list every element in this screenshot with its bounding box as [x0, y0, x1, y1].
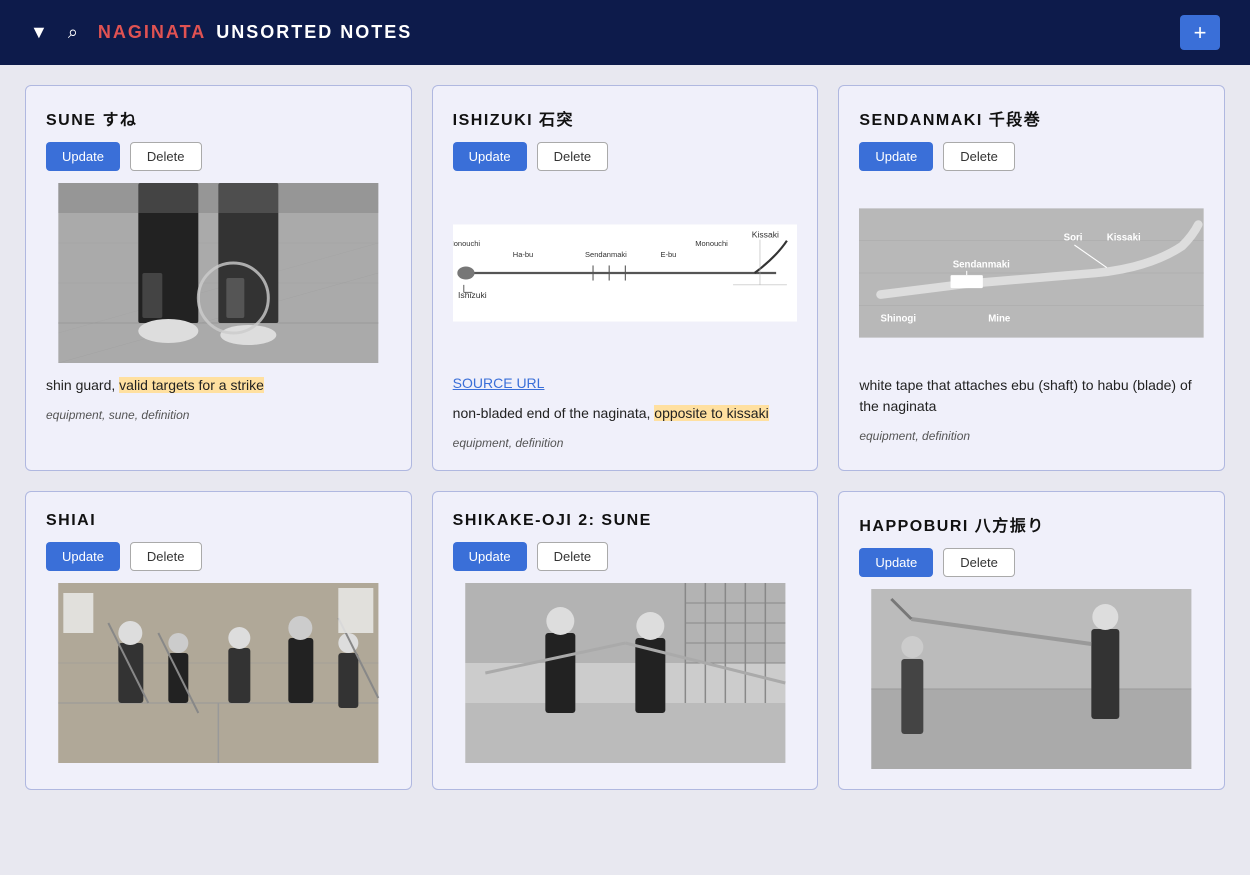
sune-delete-button[interactable]: Delete — [130, 142, 202, 171]
svg-text:Monouchi: Monouchi — [695, 239, 728, 248]
sune-update-button[interactable]: Update — [46, 142, 120, 171]
card-shikake-oji-2: SHIKAKE-OJI 2: SUNE Update Delete — [432, 491, 819, 790]
card-ishizuki: ISHIZUKI 石突 Update Delete — [432, 85, 819, 471]
ishizuki-update-button[interactable]: Update — [453, 142, 527, 171]
card-shiai: SHIAI Update Delete — [25, 491, 412, 790]
card-happoburi-title: HAPPOBURI 八方振り — [859, 512, 1204, 536]
shiai-image-wrapper — [46, 583, 391, 763]
svg-text:Sendanmaki: Sendanmaki — [953, 260, 1010, 271]
card-ishizuki-title: ISHIZUKI 石突 — [453, 106, 798, 130]
sendanmaki-delete-button[interactable]: Delete — [943, 142, 1015, 171]
card-shikake-buttons: Update Delete — [453, 542, 798, 571]
sendanmaki-update-button[interactable]: Update — [859, 142, 933, 171]
search-icon[interactable]: ⌕ — [68, 22, 78, 43]
svg-text:Mine: Mine — [989, 313, 1012, 324]
main-content: SUNE すね Update Delete — [0, 65, 1250, 810]
card-shikake-title: SHIKAKE-OJI 2: SUNE — [453, 512, 798, 530]
shiai-update-button[interactable]: Update — [46, 542, 120, 571]
shikake-update-button[interactable]: Update — [453, 542, 527, 571]
sendanmaki-image-wrapper: Sendanmaki Sori Shinogi Mine Kissaki — [859, 183, 1204, 363]
filter-icon[interactable]: ▼ — [30, 22, 48, 43]
card-shiai-buttons: Update Delete — [46, 542, 391, 571]
svg-text:Kissaki: Kissaki — [751, 229, 778, 239]
sendanmaki-description: white tape that attaches ebu (shaft) to … — [859, 375, 1204, 417]
card-happoburi: HAPPOBURI 八方振り Update Delete — [838, 491, 1225, 790]
card-sendanmaki-buttons: Update Delete — [859, 142, 1204, 171]
ishizuki-image-wrapper: Kissaki Monouchi Monouchi Ha-bu Sendanma… — [453, 183, 798, 363]
sune-tags: equipment, sune, definition — [46, 408, 391, 422]
card-sendanmaki: SENDANMAKI 千段巻 Update Delete — [838, 85, 1225, 471]
sune-image — [46, 183, 391, 363]
card-sune-buttons: Update Delete — [46, 142, 391, 171]
svg-text:Ishizuki: Ishizuki — [458, 290, 487, 300]
svg-text:Monouchi: Monouchi — [453, 239, 480, 248]
card-shiai-title: SHIAI — [46, 512, 391, 530]
brand-label: NAGINATA — [98, 22, 206, 43]
cards-grid: SUNE すね Update Delete — [25, 85, 1225, 790]
header-icons: ▼ ⌕ — [30, 22, 78, 43]
svg-text:Kissaki: Kissaki — [1107, 233, 1141, 244]
svg-text:Sori: Sori — [1064, 233, 1083, 244]
shiai-delete-button[interactable]: Delete — [130, 542, 202, 571]
happoburi-image — [859, 589, 1204, 769]
header: ▼ ⌕ NAGINATA UNSORTED NOTES + — [0, 0, 1250, 65]
ishizuki-source-url[interactable]: SOURCE URL — [453, 375, 798, 391]
header-title: NAGINATA UNSORTED NOTES — [98, 22, 412, 43]
shikake-image-wrapper — [453, 583, 798, 763]
svg-text:Sendanmaki: Sendanmaki — [585, 250, 627, 259]
card-sune: SUNE すね Update Delete — [25, 85, 412, 471]
card-sendanmaki-title: SENDANMAKI 千段巻 — [859, 106, 1204, 130]
happoburi-update-button[interactable]: Update — [859, 548, 933, 577]
card-ishizuki-buttons: Update Delete — [453, 142, 798, 171]
ishizuki-tags: equipment, definition — [453, 436, 798, 450]
subtitle-label: UNSORTED NOTES — [216, 22, 412, 43]
sune-description: shin guard, valid targets for a strike — [46, 375, 391, 396]
happoburi-image-wrapper — [859, 589, 1204, 769]
shikake-image — [453, 583, 798, 763]
add-button[interactable]: + — [1180, 15, 1220, 50]
sendanmaki-image: Sendanmaki Sori Shinogi Mine Kissaki — [859, 183, 1204, 363]
sendanmaki-tags: equipment, definition — [859, 429, 1204, 443]
ishizuki-description: non-bladed end of the naginata, opposite… — [453, 403, 798, 424]
card-happoburi-buttons: Update Delete — [859, 548, 1204, 577]
svg-text:E-bu: E-bu — [660, 250, 676, 259]
card-sune-title: SUNE すね — [46, 106, 391, 130]
svg-text:Ha-bu: Ha-bu — [512, 250, 532, 259]
happoburi-delete-button[interactable]: Delete — [943, 548, 1015, 577]
ishizuki-diagram: Kissaki Monouchi Monouchi Ha-bu Sendanma… — [453, 183, 798, 363]
shikake-delete-button[interactable]: Delete — [537, 542, 609, 571]
ishizuki-delete-button[interactable]: Delete — [537, 142, 609, 171]
svg-text:Shinogi: Shinogi — [881, 313, 917, 324]
sune-image-wrapper — [46, 183, 391, 363]
shiai-image — [46, 583, 391, 763]
